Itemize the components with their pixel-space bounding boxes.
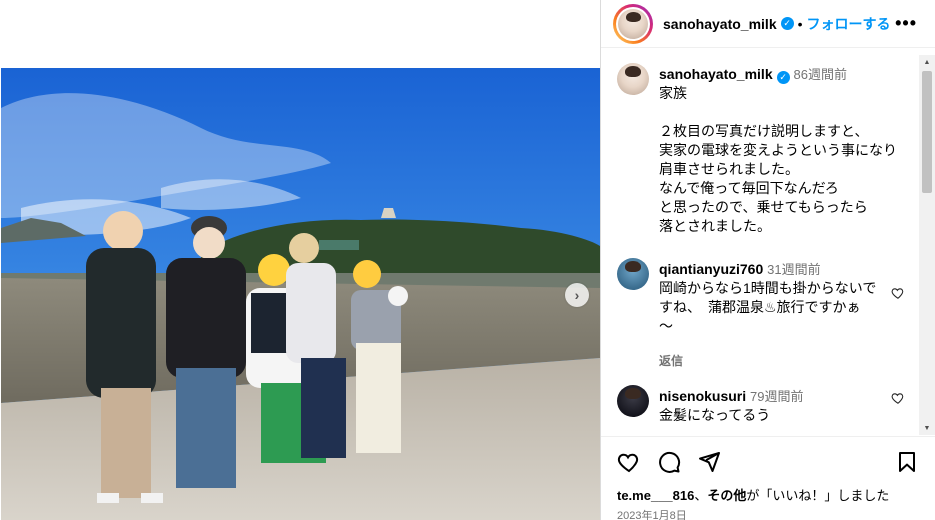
avatar[interactable] [617, 385, 649, 417]
separator-dot: • [797, 15, 803, 32]
caption-text: 家族 ２枚目の写真だけ説明しますと、 実家の電球を変えようという事になり 肩車さ… [659, 85, 897, 234]
likes-separator: 、 [694, 488, 708, 503]
comments-list[interactable]: sanohayato_milk ✓ 86週間前 家族 ２枚目の写真だけ説明しますと… [601, 55, 935, 435]
post-date[interactable]: 2023年1月8日 [617, 507, 919, 520]
heart-icon[interactable] [891, 391, 905, 405]
heart-icon[interactable] [617, 450, 641, 474]
likes-summary: te.me___816、その他が「いいね！」しました [617, 485, 919, 504]
caption: sanohayato_milk ✓ 86週間前 家族 ２枚目の写真だけ説明しますと… [617, 55, 935, 236]
comment-username[interactable]: qiantianyuzi760 [659, 261, 763, 277]
liked-by-user[interactable]: te.me___816 [617, 488, 694, 503]
caption-username[interactable]: sanohayato_milk [659, 66, 773, 82]
comment-username[interactable]: nisenokusuri [659, 388, 746, 404]
bookmark-icon[interactable] [895, 450, 919, 474]
comment-icon[interactable] [657, 450, 681, 474]
likes-others-link[interactable]: その他 [707, 488, 746, 503]
comment-text: 金髪になってるう [659, 407, 771, 423]
post-actions: te.me___816、その他が「いいね！」しました 2023年1月8日 [601, 436, 935, 520]
post-side-panel: sanohayato_milk ✓ • フォローする ••• sanohayat… [601, 0, 935, 520]
caption-time[interactable]: 86週間前 [794, 67, 847, 82]
comment-item: qiantianyuzi760 31週間前 岡崎からなら1時間も掛からないで す… [617, 250, 935, 369]
more-options-icon[interactable]: ••• [895, 13, 923, 34]
comment-item: nisenokusuri 79週間前 金髪になってるう 返信 [617, 377, 935, 435]
scroll-up-icon[interactable]: ▲ [919, 55, 935, 69]
avatar[interactable] [617, 63, 649, 95]
comment-time[interactable]: 79週間前 [750, 389, 803, 404]
follow-button[interactable]: フォローする [807, 14, 891, 34]
scroll-down-icon[interactable]: ▼ [919, 421, 935, 435]
scrollbar-thumb[interactable] [922, 71, 932, 193]
avatar[interactable] [617, 258, 649, 290]
verified-icon: ✓ [780, 17, 794, 30]
avatar [618, 8, 648, 39]
comments-scrollbar[interactable]: ▲ ▼ [919, 55, 935, 435]
reply-button[interactable]: 返信 [659, 352, 683, 369]
share-icon[interactable] [697, 450, 721, 474]
likes-text: が「いいね！」しました [746, 488, 890, 503]
comment-time[interactable]: 31週間前 [767, 262, 820, 277]
comment-text: 岡崎からなら1時間も掛からないで すね、 蒲郡温泉♨旅行ですかぁ ～ [659, 280, 877, 334]
post-header: sanohayato_milk ✓ • フォローする ••• [601, 0, 935, 48]
heart-icon[interactable] [891, 286, 905, 300]
author-username[interactable]: sanohayato_milk [663, 16, 777, 32]
author-avatar[interactable] [613, 3, 653, 44]
media-pane: › [0, 0, 601, 520]
next-photo-button[interactable]: › [565, 283, 589, 307]
verified-icon: ✓ [776, 70, 790, 84]
post-photo[interactable] [1, 68, 600, 520]
chevron-right-icon: › [574, 287, 580, 303]
